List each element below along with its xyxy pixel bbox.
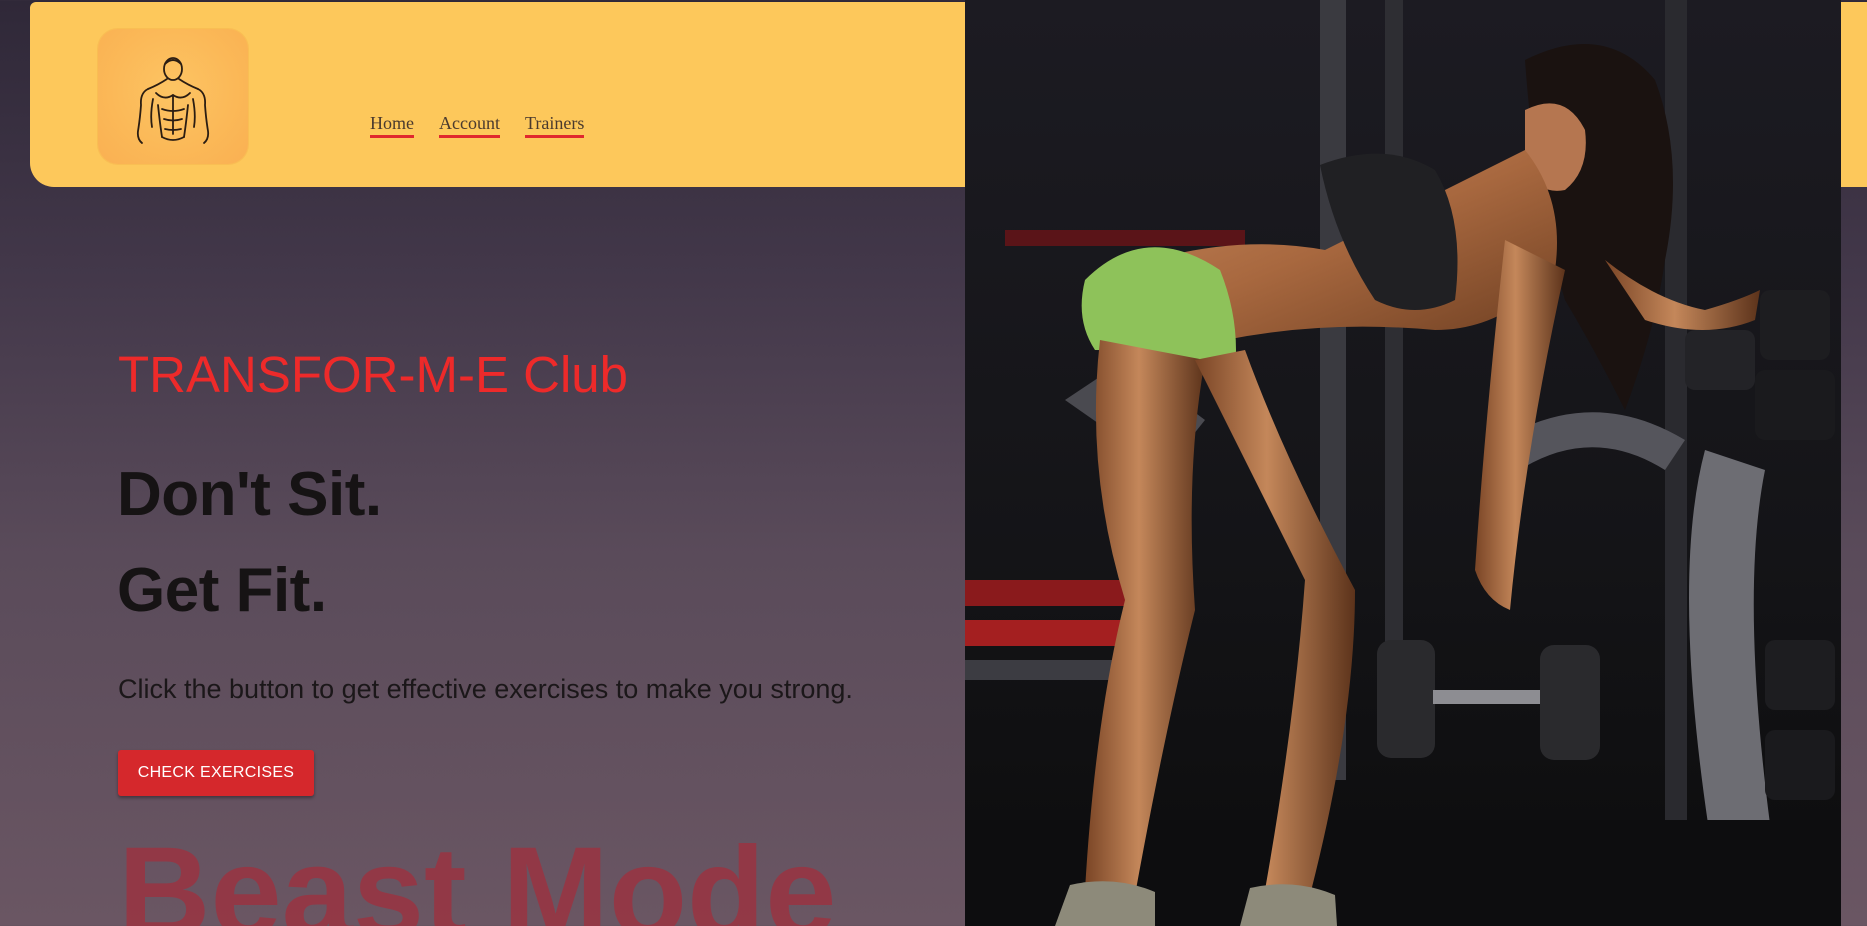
woman-lifting-dumbbell-photo bbox=[965, 0, 1841, 926]
logo[interactable] bbox=[98, 29, 248, 164]
headline-line-2: Get Fit. bbox=[117, 556, 327, 625]
main-nav: Home Account Trainers bbox=[370, 112, 585, 138]
headline-line-1: Don't Sit. bbox=[117, 460, 382, 529]
beast-mode-heading: Beast Mode bbox=[118, 821, 837, 926]
tagline: Click the button to get effective exerci… bbox=[118, 674, 853, 704]
nav-link-home[interactable]: Home bbox=[370, 112, 414, 138]
top-header: Home Account Trainers bbox=[30, 2, 967, 187]
nav-link-account[interactable]: Account bbox=[439, 112, 500, 138]
check-exercises-button[interactable]: CHECK EXERCISES bbox=[118, 750, 314, 796]
header-edge bbox=[1840, 2, 1867, 187]
muscular-man-icon bbox=[136, 57, 210, 144]
gym-photo-illustration bbox=[965, 0, 1841, 926]
club-title: TRANSFOR-M-E Club bbox=[118, 346, 629, 403]
nav-link-trainers[interactable]: Trainers bbox=[524, 112, 585, 138]
